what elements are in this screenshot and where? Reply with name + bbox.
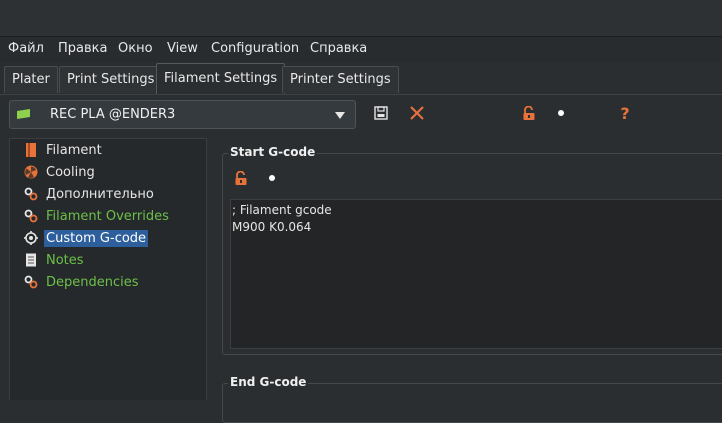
tab-printer-settings[interactable]: Printer Settings <box>282 66 399 93</box>
bullet-icon <box>558 110 564 116</box>
lock-open-icon <box>235 170 247 185</box>
tree-item-advanced[interactable]: Дополнительно <box>24 184 156 204</box>
start-gcode-system-value-button[interactable] <box>263 169 281 187</box>
system-value-button[interactable] <box>552 104 570 122</box>
flag-icon <box>17 109 30 119</box>
menu-bar: Файл Правка Окно View Configuration Спра… <box>0 36 722 63</box>
tree-item-filament[interactable]: Filament <box>24 140 104 160</box>
menu-window[interactable]: Окно <box>118 41 153 56</box>
tree-item-label: Custom G-code <box>44 229 149 247</box>
close-icon <box>410 106 424 120</box>
chevron-down-icon <box>335 112 345 119</box>
menu-configuration[interactable]: Configuration <box>211 41 299 56</box>
tab-bar: Plater Print Settings Filament Settings … <box>0 62 722 95</box>
save-icon <box>374 106 388 120</box>
start-gcode-group: Start G-code ; Filament gcode M900 K0.06… <box>222 145 722 355</box>
lock-toggle-button[interactable] <box>520 104 538 122</box>
preset-dropdown[interactable]: REC PLA @ENDER3 <box>9 100 356 129</box>
wrench-icon <box>24 187 38 201</box>
tree-item-label: Cooling <box>46 164 95 180</box>
end-gcode-title: End G-code <box>228 375 309 389</box>
delete-preset-button[interactable] <box>408 104 426 122</box>
start-gcode-lock-button[interactable] <box>232 169 250 187</box>
menu-view[interactable]: View <box>167 41 198 56</box>
tree-item-label: Notes <box>46 252 84 268</box>
notes-icon <box>24 253 38 267</box>
wrench-icon <box>24 275 38 289</box>
settings-tree: Filament Cooling Дополнительно Filament … <box>9 138 207 400</box>
bullet-icon <box>269 175 275 181</box>
tab-plater[interactable]: Plater <box>4 66 58 93</box>
start-gcode-title: Start G-code <box>228 145 318 159</box>
preset-selected-value: REC PLA @ENDER3 <box>50 107 176 122</box>
help-button[interactable]: ? <box>616 103 634 123</box>
menu-help[interactable]: Справка <box>310 41 367 56</box>
tree-item-cooling[interactable]: Cooling <box>24 162 97 182</box>
lock-open-icon <box>523 105 535 120</box>
gcode-icon <box>24 231 38 245</box>
filament-icon <box>24 143 38 157</box>
start-gcode-editor[interactable]: ; Filament gcode M900 K0.064 <box>230 199 722 349</box>
tree-item-dependencies[interactable]: Dependencies <box>24 272 141 292</box>
menu-file[interactable]: Файл <box>8 41 44 56</box>
tree-item-notes[interactable]: Notes <box>24 250 86 270</box>
question-icon: ? <box>620 103 630 123</box>
tree-item-filament-overrides[interactable]: Filament Overrides <box>24 206 171 226</box>
tree-item-label: Filament Overrides <box>46 208 169 224</box>
tree-item-label: Filament <box>46 142 102 158</box>
end-gcode-group: End G-code <box>222 375 722 423</box>
tree-item-label: Дополнительно <box>46 186 154 202</box>
tab-filament-settings[interactable]: Filament Settings <box>156 63 286 94</box>
tree-item-custom-gcode[interactable]: Custom G-code <box>24 228 149 248</box>
tree-item-label: Dependencies <box>46 274 139 290</box>
tab-print-settings[interactable]: Print Settings <box>59 66 163 93</box>
wrench-icon <box>24 209 38 223</box>
menu-edit[interactable]: Правка <box>58 41 107 56</box>
cooling-icon <box>24 165 38 179</box>
window-titlebar <box>0 0 722 36</box>
save-preset-button[interactable] <box>372 104 390 122</box>
